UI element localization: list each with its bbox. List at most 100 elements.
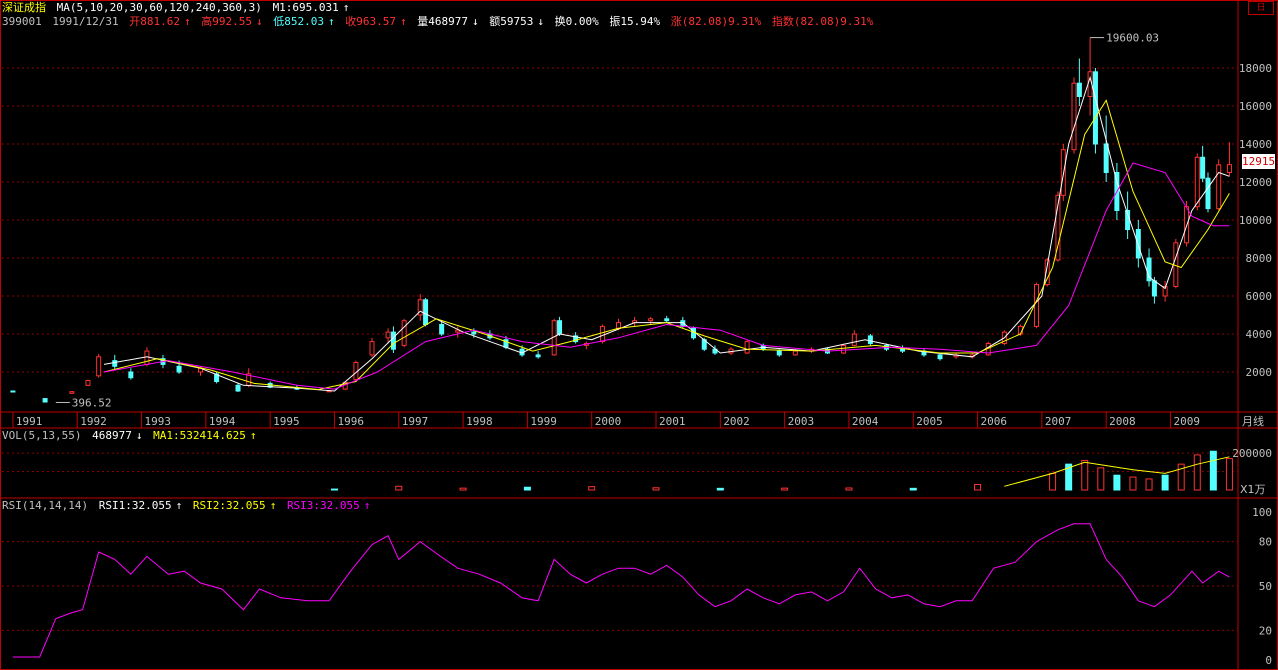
candle-body — [648, 318, 654, 322]
vol-bar — [1161, 474, 1169, 491]
vol-bar — [1145, 478, 1153, 491]
vol-bar — [716, 487, 724, 491]
year-tick-label: 1999 — [530, 415, 557, 428]
vol-bar — [1225, 458, 1233, 491]
candle-body — [369, 341, 375, 356]
candle-body — [471, 331, 477, 335]
vol-bar — [845, 487, 853, 491]
price-tick-label: 10000 — [1239, 214, 1272, 227]
price-tick-label: 16000 — [1239, 100, 1272, 113]
rsi-line — [12, 523, 1230, 658]
grid-lines — [2, 67, 1238, 631]
candle-body — [937, 354, 943, 360]
vol-bar — [1129, 476, 1137, 491]
year-tick-label: 2005 — [916, 415, 943, 428]
candle-body — [1216, 164, 1222, 210]
price-annotation: 19600.03 — [1106, 32, 1159, 45]
vol-bar — [1113, 474, 1121, 491]
moving-average-lines — [103, 75, 1230, 392]
candle-body — [42, 398, 48, 403]
vol-bar — [1081, 459, 1089, 491]
vol-bar — [781, 487, 789, 491]
vol-bar — [1193, 454, 1201, 491]
candle-body — [664, 318, 670, 322]
candle-body — [1034, 284, 1040, 327]
year-tick-label: 2002 — [723, 415, 750, 428]
vol-bar — [652, 487, 660, 491]
outer-border — [0, 0, 1278, 670]
candle-body — [851, 333, 857, 346]
vol-bar — [395, 485, 403, 491]
price-tick-label: 6000 — [1246, 290, 1273, 303]
candle-body — [69, 391, 75, 394]
candle-body — [10, 390, 16, 393]
year-tick-label: 1996 — [337, 415, 364, 428]
candle-body — [385, 331, 391, 339]
candle-body — [423, 299, 429, 325]
rsi-tick-label: 50 — [1259, 580, 1272, 593]
candle-body — [1226, 164, 1232, 174]
year-tick-label: 2003 — [788, 415, 815, 428]
vol-bar — [523, 486, 531, 491]
candle-body — [128, 371, 134, 379]
candle-body — [900, 348, 906, 352]
year-tick-label: 1994 — [209, 415, 236, 428]
vol-bar — [974, 483, 982, 491]
period-label: 月线 — [1242, 414, 1264, 428]
price-annotation: 396.52 — [72, 396, 112, 409]
candle-body — [792, 350, 798, 356]
candle-body — [1076, 82, 1082, 97]
candle-body — [867, 335, 873, 344]
year-tick-label: 1997 — [402, 415, 429, 428]
vol-bar — [330, 488, 338, 491]
vol-bar — [909, 487, 917, 491]
year-tick-label: 2007 — [1045, 415, 1072, 428]
rsi-tick-label: 100 — [1252, 506, 1272, 519]
chart-canvas[interactable]: 2000 4000 6000 8000 10000 12000 14000 16000 1800… — [0, 0, 1278, 670]
vol-tick-label: 200000 — [1232, 447, 1272, 460]
candle-body — [1135, 229, 1141, 259]
price-tick-label: 14000 — [1239, 138, 1272, 151]
candle-body — [599, 325, 605, 343]
price-tick-label: 4000 — [1246, 328, 1273, 341]
vol-unit-label: X1万 — [1240, 483, 1266, 496]
candle-body — [1205, 177, 1211, 210]
rsi-tick-label: 20 — [1259, 624, 1272, 637]
year-tick-label: 2008 — [1109, 415, 1136, 428]
candle-body — [96, 356, 102, 377]
year-tick-label: 1993 — [145, 415, 172, 428]
candle-body — [176, 365, 182, 373]
candle-body — [1092, 71, 1098, 145]
candle-body — [535, 354, 541, 358]
vol-bar — [1209, 450, 1217, 491]
year-tick-label: 1991 — [16, 415, 43, 428]
candle-body — [85, 380, 91, 386]
year-tick-label: 2004 — [852, 415, 879, 428]
candle-body — [1071, 82, 1077, 151]
year-tick-label: 1995 — [273, 415, 300, 428]
year-tick-label: 2000 — [595, 415, 622, 428]
price-tick-label: 8000 — [1246, 252, 1273, 265]
candle-body — [439, 324, 445, 335]
vol-bar — [1049, 472, 1057, 491]
rsi-tick-label: 0 — [1265, 654, 1272, 667]
rsi-tick-label: 80 — [1259, 536, 1272, 549]
candle-body — [401, 320, 407, 346]
price-tick-label: 2000 — [1246, 366, 1273, 379]
candle-body — [615, 322, 621, 329]
year-tick-label: 2006 — [981, 415, 1008, 428]
rsi-line — [12, 523, 1230, 658]
year-tick-label: 1992 — [80, 415, 107, 428]
candle-body — [144, 350, 150, 365]
volume-bars — [330, 450, 1233, 491]
candle-body — [557, 320, 563, 335]
year-tick-label: 1998 — [466, 415, 493, 428]
year-tick-label: 2001 — [659, 415, 686, 428]
price-tick-label: 18000 — [1239, 62, 1272, 75]
candle-body — [1151, 280, 1157, 297]
year-tick-label: 2009 — [1173, 415, 1200, 428]
candle-body — [1103, 143, 1109, 173]
candle-body — [841, 344, 847, 354]
candle-body — [235, 384, 241, 392]
candle-body — [1200, 156, 1206, 179]
